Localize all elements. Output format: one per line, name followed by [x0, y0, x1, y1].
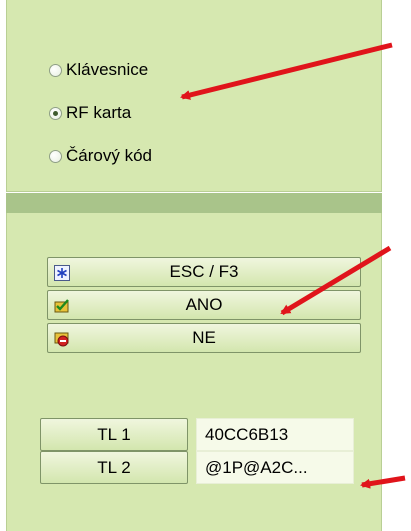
tl1-button-label: TL 1 — [97, 424, 131, 444]
cancel-icon — [54, 332, 69, 347]
radio-button[interactable] — [49, 149, 62, 163]
radio-label: Čárový kód — [66, 146, 152, 165]
yes-button[interactable]: ANO — [47, 290, 361, 320]
tl1-value-text: 40CC6B13 — [205, 424, 289, 444]
panel-divider — [6, 193, 382, 213]
radio-option-keyboard[interactable]: Klávesnice — [49, 60, 148, 80]
tl2-value: @1P@A2C... — [196, 451, 354, 484]
radio-button-selected[interactable] — [49, 106, 62, 120]
tl2-button-label: TL 2 — [97, 457, 131, 477]
yes-button-label: ANO — [185, 295, 223, 314]
tl2-value-text: @1P@A2C... — [205, 457, 308, 477]
radio-option-barcode[interactable]: Čárový kód — [49, 146, 152, 166]
no-button[interactable]: NE — [47, 323, 361, 353]
radio-button[interactable] — [49, 63, 62, 77]
esc-button-label: ESC / F3 — [169, 262, 239, 281]
esc-button[interactable]: ESC / F3 — [47, 257, 361, 287]
tl1-value: 40CC6B13 — [196, 418, 354, 451]
confirm-icon — [54, 299, 69, 313]
tl2-button[interactable]: TL 2 — [40, 451, 188, 484]
input-mode-panel: Klávesnice RF karta Čárový kód — [6, 0, 382, 192]
no-button-label: NE — [192, 328, 216, 347]
radio-label: Klávesnice — [66, 60, 149, 79]
asterisk-icon — [54, 265, 70, 281]
radio-label: RF karta — [66, 103, 132, 122]
radio-option-rf-card[interactable]: RF karta — [49, 103, 131, 123]
tl1-button[interactable]: TL 1 — [40, 418, 188, 451]
